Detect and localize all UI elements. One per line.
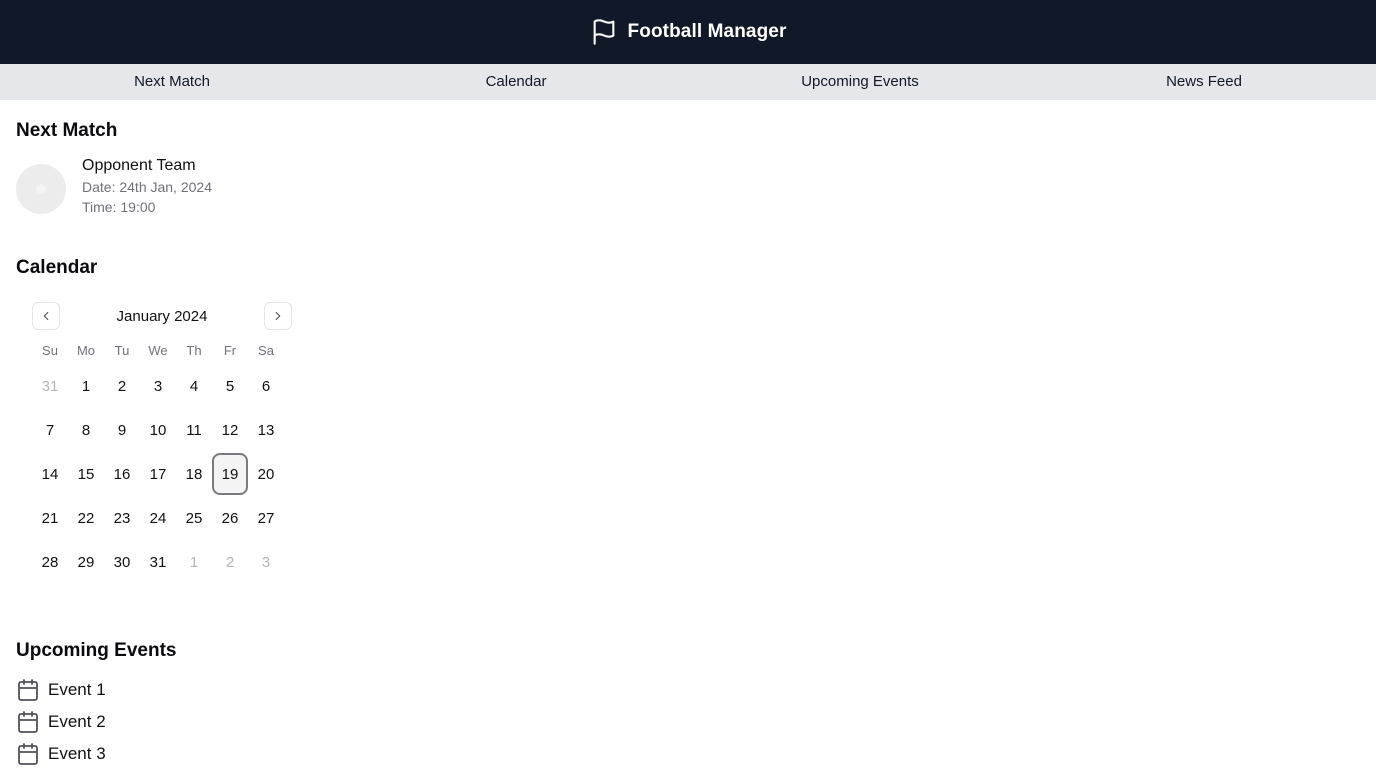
calendar-day[interactable]: 25 (176, 496, 212, 540)
weekday-label: Mo (76, 343, 96, 358)
calendar-day[interactable]: 5 (212, 364, 248, 408)
calendar-day[interactable]: 27 (248, 496, 284, 540)
match-date: Date: 24th Jan, 2024 (82, 179, 212, 195)
weekday-row: Su Mo Tu We Th Fr Sa (32, 342, 292, 360)
calendar-day[interactable]: 3 (140, 364, 176, 408)
calendar-day[interactable]: 6 (248, 364, 284, 408)
calendar-icon (18, 711, 38, 733)
calendar-day[interactable]: 18 (176, 452, 212, 496)
calendar-day[interactable]: 13 (248, 408, 284, 452)
app-title: Football Manager (627, 21, 787, 42)
calendar-day[interactable]: 12 (212, 408, 248, 452)
calendar-day[interactable]: 16 (104, 452, 140, 496)
weekday-label: Th (186, 343, 202, 358)
top-nav: Next Match Calendar Upcoming Events News… (0, 64, 1376, 100)
weekday-label: Tu (114, 343, 130, 358)
calendar-day[interactable]: 4 (176, 364, 212, 408)
calendar-day[interactable]: 20 (248, 452, 284, 496)
calendar-month-label: January 2024 (116, 307, 208, 325)
calendar-icon (18, 743, 38, 765)
next-match-card: Opponent Team Date: 24th Jan, 2024 Time:… (16, 157, 1360, 217)
calendar-title: Calendar (16, 257, 98, 278)
calendar-day[interactable]: 15 (68, 452, 104, 496)
calendar-header: January 2024 (32, 302, 292, 330)
flag-icon (590, 17, 618, 47)
tab-next-match[interactable]: Next Match (0, 64, 344, 100)
calendar-day-selected[interactable]: 19 (212, 452, 248, 496)
calendar-day[interactable]: 10 (140, 408, 176, 452)
calendar-day[interactable]: 2 (212, 540, 248, 584)
calendar-day[interactable]: 9 (104, 408, 140, 452)
calendar-day[interactable]: 8 (68, 408, 104, 452)
match-info: Opponent Team Date: 24th Jan, 2024 Time:… (82, 155, 212, 217)
match-time: Time: 19:00 (82, 199, 156, 215)
app-header: Football Manager (0, 0, 1376, 64)
tab-calendar[interactable]: Calendar (344, 64, 688, 100)
calendar-day[interactable]: 11 (176, 408, 212, 452)
chevron-right-icon (275, 311, 281, 321)
calendar-icon (18, 679, 38, 701)
opponent-team-name: Opponent Team (82, 157, 196, 174)
calendar-day[interactable]: 21 (32, 496, 68, 540)
calendar-day[interactable]: 28 (32, 540, 68, 584)
calendar-day[interactable]: 1 (176, 540, 212, 584)
next-match-title: Next Match (16, 120, 118, 141)
calendar-day[interactable]: 17 (140, 452, 176, 496)
event-label: Event 1 (48, 680, 106, 699)
day-grid: 31 1 2 3 4 5 6 7 8 9 10 11 12 13 14 15 16 17 18 19 20 21 22 23 2… (32, 364, 292, 584)
list-item[interactable]: Event 1 (16, 674, 1360, 706)
calendar-day[interactable]: 30 (104, 540, 140, 584)
calendar-day[interactable]: 29 (68, 540, 104, 584)
calendar-day[interactable]: 23 (104, 496, 140, 540)
weekday-label: We (148, 343, 168, 358)
calendar-day[interactable]: 2 (104, 364, 140, 408)
main-content: Next Match Opponent Team Date: 24th Jan,… (0, 100, 1376, 768)
tab-news-feed[interactable]: News Feed (1032, 64, 1376, 100)
calendar-day[interactable]: 26 (212, 496, 248, 540)
weekday-label: Sa (258, 343, 274, 358)
list-item[interactable]: Event 2 (16, 706, 1360, 738)
events-list: Event 1 Event 2 Event 3 (16, 674, 1360, 768)
calendar-day[interactable]: 31 (32, 364, 68, 408)
tab-upcoming-events[interactable]: Upcoming Events (688, 64, 1032, 100)
calendar-day[interactable]: 22 (68, 496, 104, 540)
weekday-label: Su (42, 343, 58, 358)
event-label: Event 3 (48, 744, 106, 763)
event-label: Event 2 (48, 712, 106, 731)
calendar-day[interactable]: 1 (68, 364, 104, 408)
list-item[interactable]: Event 3 (16, 738, 1360, 768)
calendar-day[interactable]: 7 (32, 408, 68, 452)
calendar-day[interactable]: 31 (140, 540, 176, 584)
calendar-widget: January 2024 Su Mo Tu We Th Fr Sa 31 1 2 3 4 5 6 7 8 9 1… (32, 302, 292, 584)
opponent-avatar (16, 164, 66, 214)
calendar-day[interactable]: 3 (248, 540, 284, 584)
prev-month-button[interactable] (32, 302, 60, 330)
upcoming-events-title: Upcoming Events (16, 640, 177, 661)
weekday-label: Fr (223, 343, 237, 358)
chevron-left-icon (43, 311, 49, 321)
next-month-button[interactable] (264, 302, 292, 330)
calendar-day[interactable]: 14 (32, 452, 68, 496)
calendar-day[interactable]: 24 (140, 496, 176, 540)
